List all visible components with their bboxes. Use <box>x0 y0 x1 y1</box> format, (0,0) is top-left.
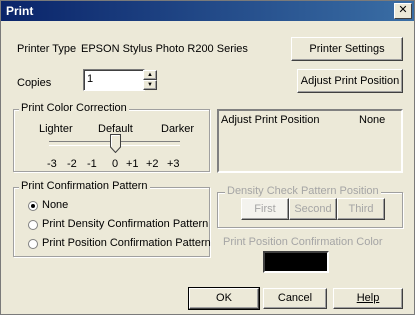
tick-label: -3 <box>47 158 57 170</box>
position-color-title: Print Position Confirmation Color <box>223 236 383 248</box>
adjust-position-label: Adjust Print Position <box>221 114 320 126</box>
help-button[interactable]: Help <box>333 288 403 309</box>
option-none-label[interactable]: None <box>42 199 68 211</box>
density-check-title: Density Check Pattern Position <box>225 185 381 197</box>
tick-label: -2 <box>67 158 77 170</box>
density-second-button[interactable]: Second <box>289 198 337 220</box>
copies-up-icon[interactable]: ▲ <box>143 70 157 80</box>
tick-label: -1 <box>87 158 97 170</box>
copies-label: Copies <box>17 77 52 89</box>
color-slider-thumb[interactable] <box>110 134 121 153</box>
adjust-print-position-button[interactable]: Adjust Print Position <box>297 69 403 93</box>
tick-label: +1 <box>126 158 139 170</box>
tick-label: 0 <box>112 158 119 170</box>
cancel-button[interactable]: Cancel <box>263 288 327 309</box>
window-title: Print <box>6 4 34 18</box>
printer-settings-button[interactable]: Printer Settings <box>291 37 403 61</box>
color-correction-title: Print Color Correction <box>19 102 129 114</box>
position-color-swatch[interactable] <box>263 251 329 273</box>
tick-label: +2 <box>146 158 159 170</box>
copies-down-icon[interactable]: ▼ <box>143 80 157 90</box>
ok-button[interactable]: OK <box>188 287 260 310</box>
radio-none[interactable] <box>28 201 38 211</box>
darker-label: Darker <box>161 123 195 135</box>
printer-type-value: EPSON Stylus Photo R200 Series <box>81 43 248 55</box>
close-icon[interactable]: ✕ <box>394 3 412 19</box>
tick-label: +3 <box>167 158 180 170</box>
adjust-position-value: None <box>359 114 386 126</box>
copies-value: 1 <box>87 73 94 85</box>
density-third-button[interactable]: Third <box>337 198 385 220</box>
radio-density-pattern[interactable] <box>28 220 38 230</box>
radio-position-pattern[interactable] <box>28 239 38 249</box>
print-dialog: Print ✕ Printer Type EPSON Stylus Photo … <box>0 0 415 315</box>
option-position-label[interactable]: Print Position Confirmation Pattern <box>42 237 211 249</box>
lighter-label: Lighter <box>39 123 73 135</box>
option-density-label[interactable]: Print Density Confirmation Pattern <box>42 218 208 230</box>
density-first-button[interactable]: First <box>241 198 289 220</box>
printer-type-label: Printer Type <box>17 43 77 55</box>
copies-input[interactable]: 1 <box>83 69 145 91</box>
confirmation-pattern-title: Print Confirmation Pattern <box>19 180 150 192</box>
title-bar: Print ✕ <box>1 1 414 21</box>
